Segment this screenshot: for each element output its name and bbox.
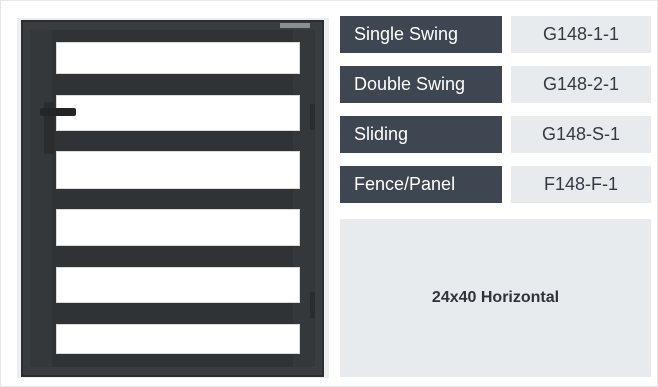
- gate-slat-gap: [56, 324, 300, 354]
- gate-left-stile: [30, 30, 52, 367]
- gate-frame: [21, 20, 324, 377]
- hinge-icon: [310, 292, 315, 318]
- size-label: 24x40 Horizontal: [431, 289, 560, 306]
- option-label-sliding: Sliding: [340, 116, 502, 153]
- option-label-double-swing: Double Swing: [340, 66, 502, 103]
- gate-latch-handle: [40, 108, 76, 116]
- option-label-single-swing: Single Swing: [340, 16, 502, 53]
- size-box: 24x40 Horizontal: [340, 219, 651, 377]
- hinge-icon: [310, 104, 315, 130]
- option-code-sliding: G148-S-1: [511, 116, 651, 153]
- gate-slat-gap: [56, 209, 300, 246]
- option-code-single-swing: G148-1-1: [511, 16, 651, 53]
- gate-slat-gap: [56, 267, 300, 303]
- gate-slat-gap: [56, 42, 300, 74]
- gate-label-tag: [280, 23, 310, 28]
- gate-inner-frame: [30, 30, 315, 367]
- option-label-fence-panel: Fence/Panel: [340, 166, 502, 203]
- option-code-fence-panel: F148-F-1: [511, 166, 651, 203]
- gate-slat-gap: [56, 95, 300, 131]
- option-code-double-swing: G148-2-1: [511, 66, 651, 103]
- gate-slat-gap: [56, 151, 300, 189]
